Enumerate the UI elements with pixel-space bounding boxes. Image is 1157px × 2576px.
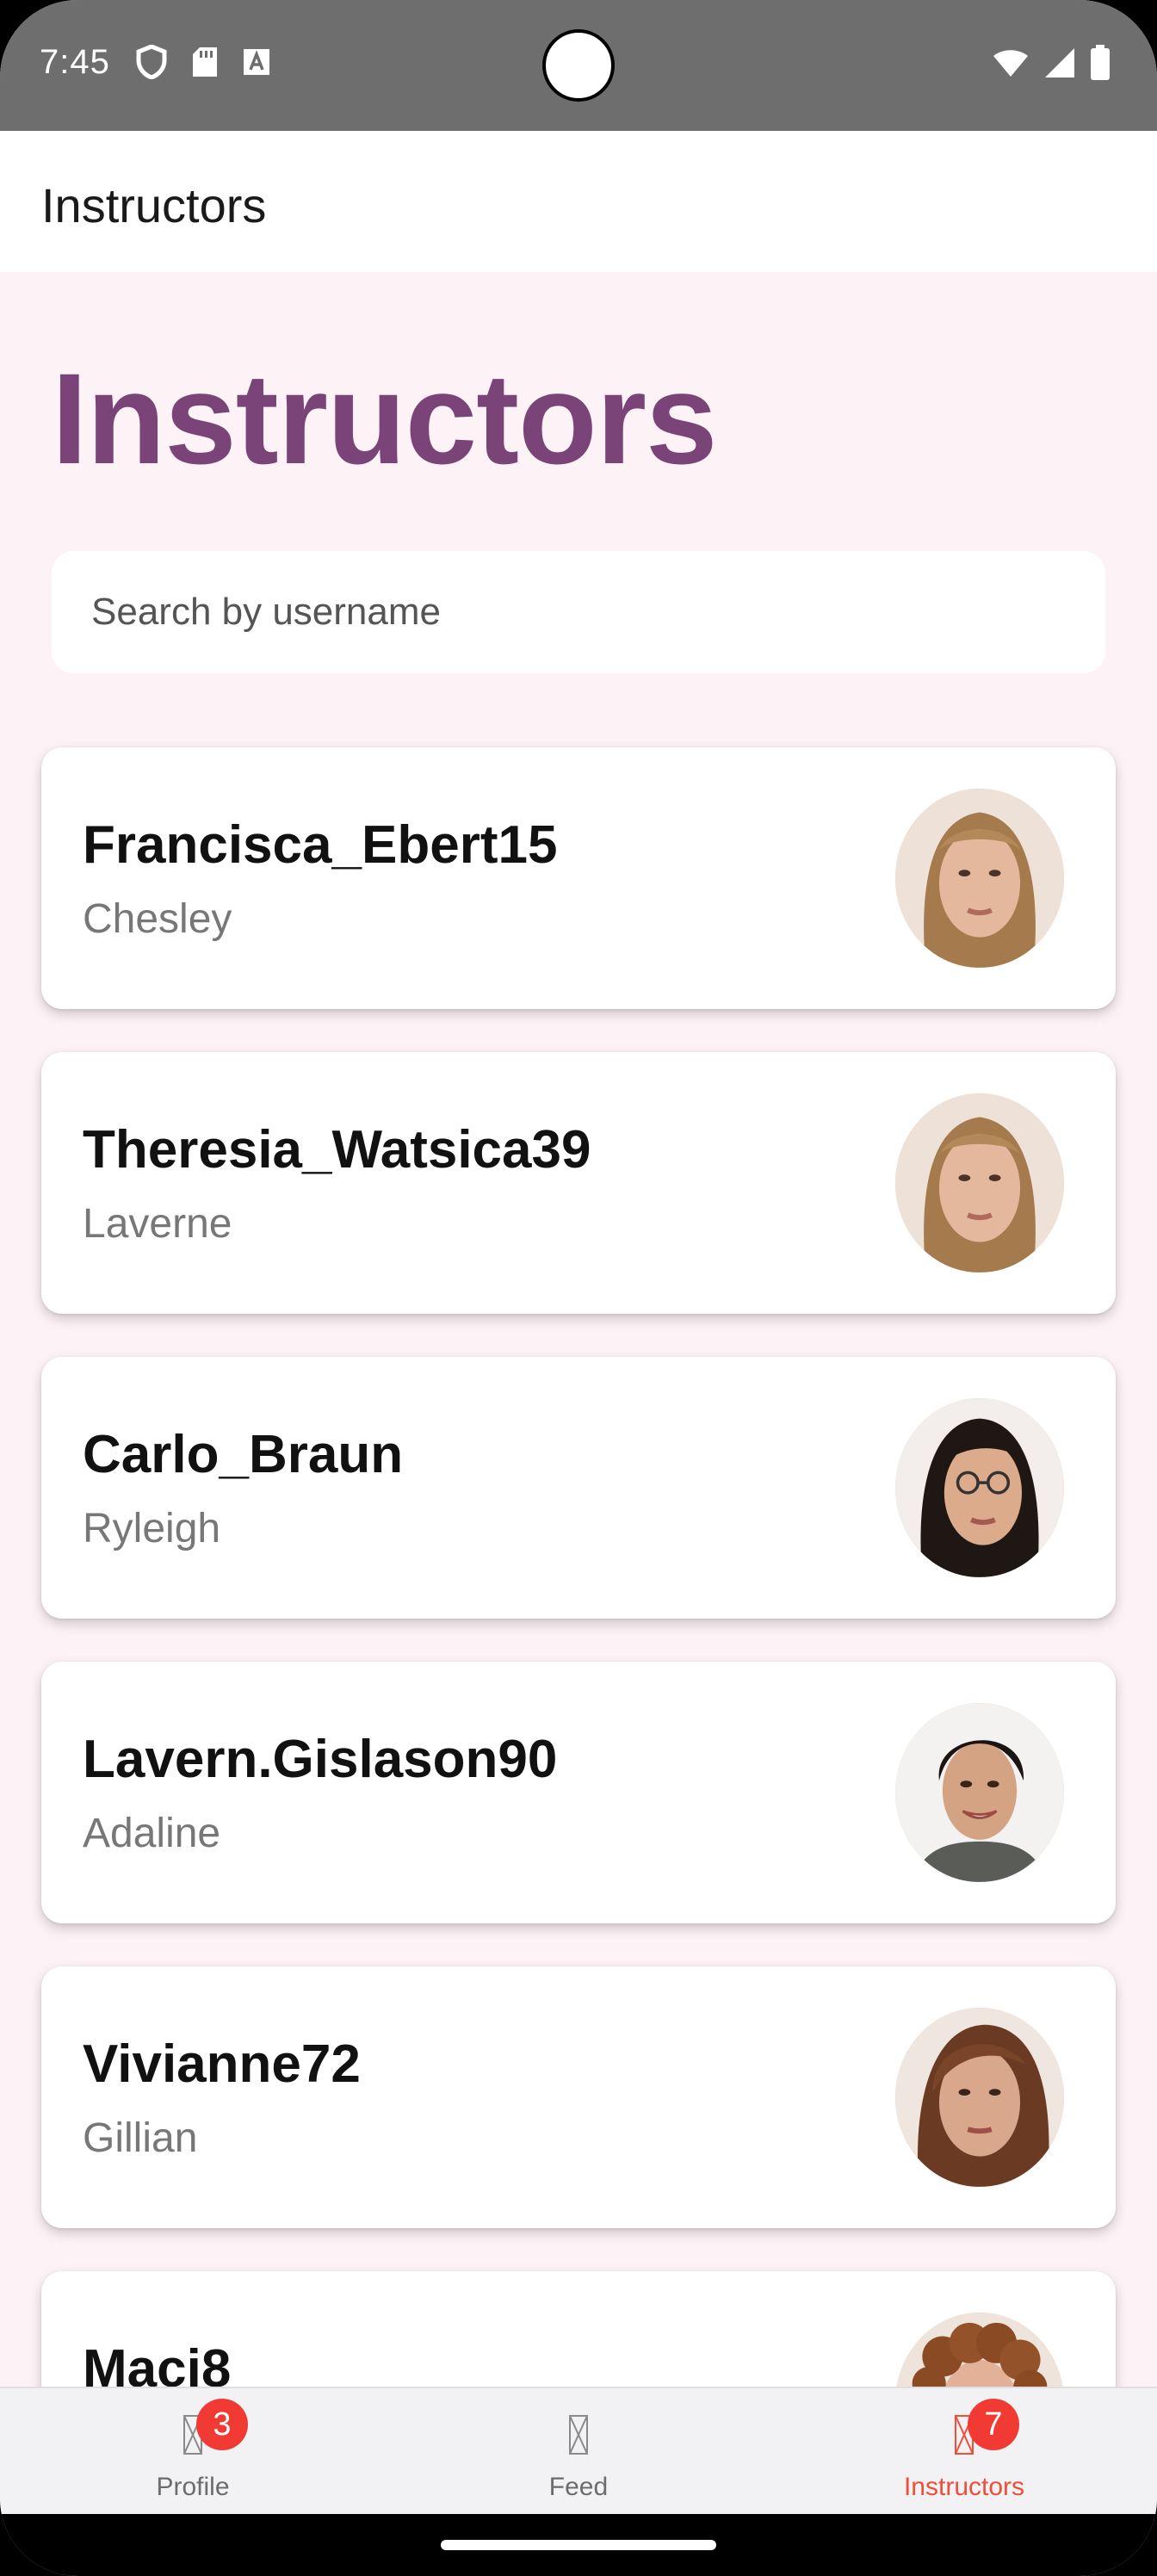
avatar-image bbox=[895, 2008, 1064, 2187]
sd-card-icon bbox=[193, 47, 217, 77]
nav-label: Profile bbox=[156, 2473, 230, 2501]
instructor-name: Adaline bbox=[83, 1811, 221, 1856]
app-bar: Instructors bbox=[0, 131, 1157, 272]
instructor-username: Francisca_Ebert15 bbox=[83, 815, 558, 875]
status-left-icons bbox=[136, 45, 270, 79]
avatar bbox=[895, 1703, 1064, 1882]
nav-item-profile[interactable]: 3 Profile bbox=[64, 2388, 322, 2516]
instructors-badge: 7 bbox=[968, 2399, 1019, 2450]
nav-item-instructors[interactable]: 7 Instructors bbox=[835, 2388, 1093, 2516]
avatar bbox=[895, 1093, 1064, 1273]
instructor-username: Theresia_Watsica39 bbox=[83, 1120, 591, 1180]
shield-icon bbox=[136, 45, 167, 79]
avatar bbox=[895, 789, 1064, 968]
status-time: 7:45 bbox=[40, 43, 110, 81]
status-bar: 7:45 bbox=[0, 0, 1157, 131]
feed-icon bbox=[569, 2415, 588, 2455]
avatar-image bbox=[895, 1398, 1064, 1577]
avatar-image bbox=[895, 1093, 1064, 1273]
avatar-image bbox=[895, 1703, 1064, 1882]
instructor-username: Carlo_Braun bbox=[83, 1425, 404, 1484]
nav-label: Instructors bbox=[903, 2473, 1025, 2501]
phone-screen: 7:45 Instructors Instructors Search by u… bbox=[0, 0, 1157, 2576]
search-field[interactable] bbox=[52, 551, 1105, 673]
profile-badge: 3 bbox=[196, 2399, 248, 2450]
status-right-icons bbox=[992, 45, 1111, 81]
camera-cutout bbox=[542, 29, 615, 102]
instructor-username: Vivianne72 bbox=[83, 2034, 361, 2094]
instructor-card[interactable]: Theresia_Watsica39 Laverne bbox=[41, 1052, 1116, 1314]
search-input[interactable] bbox=[52, 551, 1105, 673]
instructor-name: Chesley bbox=[83, 896, 232, 942]
avatar bbox=[895, 1398, 1064, 1577]
instructor-name: Gillian bbox=[83, 2115, 198, 2161]
wifi-icon bbox=[993, 50, 1028, 77]
app-bar-title: Instructors bbox=[41, 178, 267, 232]
instructor-card[interactable]: Vivianne72 Gillian bbox=[41, 1966, 1116, 2228]
battery-icon bbox=[1091, 45, 1110, 80]
instructor-username: Lavern.Gislason90 bbox=[83, 1730, 558, 1789]
home-gesture-handle[interactable] bbox=[441, 2540, 716, 2550]
signal-icon bbox=[1045, 48, 1074, 77]
instructor-name: Ryleigh bbox=[83, 1506, 221, 1551]
instructor-card[interactable]: Lavern.Gislason90 Adaline bbox=[41, 1662, 1116, 1923]
nav-item-feed[interactable]: Feed bbox=[449, 2388, 708, 2516]
a-box-icon bbox=[244, 49, 269, 75]
gesture-bar bbox=[0, 2514, 1157, 2576]
nav-label: Feed bbox=[548, 2473, 609, 2501]
bottom-navigation: 3 Profile Feed 7 Instructors bbox=[0, 2387, 1157, 2514]
instructor-name: Laverne bbox=[83, 1201, 232, 1247]
instructor-card[interactable]: Carlo_Braun Ryleigh bbox=[41, 1357, 1116, 1619]
page-title: Instructors bbox=[52, 346, 717, 491]
avatar bbox=[895, 2008, 1064, 2187]
instructor-card[interactable]: Francisca_Ebert15 Chesley bbox=[41, 747, 1116, 1009]
avatar-image bbox=[895, 789, 1064, 968]
